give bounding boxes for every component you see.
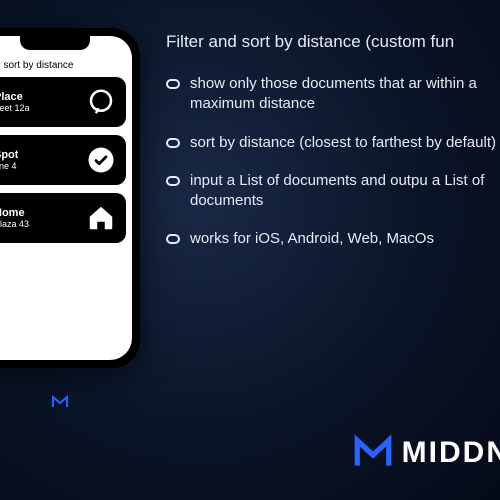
bullet-item: input a List of documents and outpu a Li… <box>166 171 500 212</box>
brand-logo: MIDDN <box>352 432 500 474</box>
list-item[interactable]: Place treet 12a <box>0 77 126 127</box>
bullet-icon <box>166 176 180 186</box>
bullet-item: sort by distance (closest to farthest by… <box>166 133 500 153</box>
bullet-text: works for iOS, Android, Web, MacOs <box>190 229 434 249</box>
bullet-item: works for iOS, Android, Web, MacOs <box>166 229 500 249</box>
bullet-icon <box>166 234 180 244</box>
bullet-text: show only those documents that ar within… <box>190 74 500 115</box>
place-list: Place treet 12a Spot ane 4 <box>0 77 132 243</box>
brand-mark-small <box>50 392 70 412</box>
list-item-subtitle: treet 12a <box>0 103 30 113</box>
bullet-text: input a List of documents and outpu a Li… <box>190 171 500 212</box>
chat-bubble-icon <box>86 87 116 117</box>
screen-title: and sort by distance <box>0 58 132 77</box>
bullet-icon <box>166 79 180 89</box>
check-circle-icon <box>86 145 116 175</box>
feature-bullets: show only those documents that ar within… <box>166 74 500 250</box>
phone-screen: and sort by distance Place treet 12a Spo… <box>0 36 132 360</box>
list-item[interactable]: Home Plaza 43 <box>0 193 126 243</box>
brand-mark-icon <box>352 432 394 474</box>
list-item-title: Spot <box>0 149 18 161</box>
feature-copy: Filter and sort by distance (custom fun … <box>166 32 500 268</box>
phone-notch <box>20 36 90 50</box>
list-item-title: Home <box>0 207 29 219</box>
list-item-subtitle: ane 4 <box>0 161 18 171</box>
bullet-icon <box>166 138 180 148</box>
bullet-item: show only those documents that ar within… <box>166 74 500 115</box>
list-item-subtitle: Plaza 43 <box>0 219 29 229</box>
home-icon <box>86 203 116 233</box>
brand-name: MIDDN <box>402 436 500 470</box>
feature-title: Filter and sort by distance (custom fun <box>166 32 500 52</box>
list-item[interactable]: Spot ane 4 <box>0 135 126 185</box>
bullet-text: sort by distance (closest to farthest by… <box>190 133 496 153</box>
phone-mockup: and sort by distance Place treet 12a Spo… <box>0 28 140 368</box>
list-item-title: Place <box>0 91 30 103</box>
